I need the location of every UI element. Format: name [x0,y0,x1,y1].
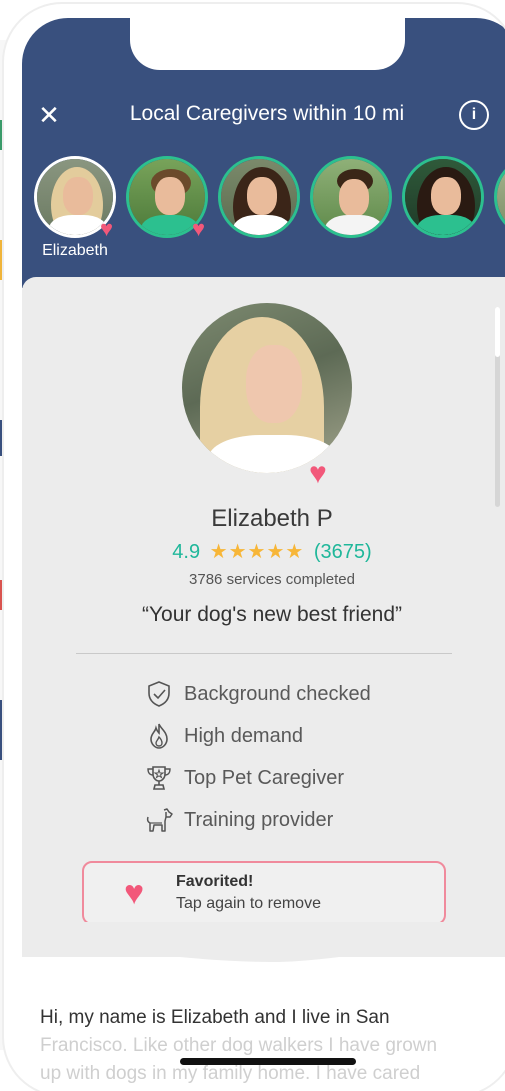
wave-divider [22,922,505,962]
badge-label: Training provider [184,808,334,831]
device-notch [130,18,405,70]
heart-icon: ♥ [100,216,114,241]
favorite-toggle-button[interactable]: ♥ Favorited! Tap again to remove [82,861,446,925]
badge-list: Background checked High demand Top Pet C… [144,673,444,841]
avatar-face [339,179,369,217]
trophy-icon [144,763,174,793]
badge-training-provider: Training provider [144,799,444,841]
profile-photo-face [246,345,302,423]
dog-icon [144,805,174,835]
avatar-shirt [233,215,291,235]
favorite-status-title: Favorited! [176,873,254,890]
avatar-shirt [325,215,383,235]
badge-label: Top Pet Caregiver [184,766,345,789]
badge-background-checked: Background checked [144,673,444,715]
rating-value: 4.9 [172,541,201,563]
app-screen: ✕ Local Caregivers within 10 mi i ♥ Eliz… [22,18,505,1091]
phone-frame: ✕ Local Caregivers within 10 mi i ♥ Eliz… [4,4,505,1091]
heart-icon: ♥ [192,216,206,241]
star-rating-icon: ★★★★★ [209,541,305,563]
divider [76,653,452,654]
page-title: Local Caregivers within 10 mi [129,102,405,125]
avatar-shirt [417,215,475,235]
profile-card: ♥ Elizabeth P 4.9 ★★★★★ (3675) 3786 serv… [22,277,505,957]
favorite-status-subtitle: Tap again to remove [176,895,321,912]
bio-text: Hi, my name is Elizabeth and I live in S… [40,1004,500,1088]
avatar-name-label: Elizabeth [42,242,108,259]
heart-icon: ♥ [309,457,327,490]
avatar-photo [497,159,505,235]
caregiver-avatar[interactable] [494,156,505,238]
flame-icon [144,721,174,751]
scroll-thumb[interactable] [495,307,500,357]
profile-photo [182,303,352,473]
tagline: “Your dog's new best friend” [141,603,403,626]
caregiver-name: Elizabeth P [211,505,333,532]
bio-line: Hi, my name is Elizabeth and I live in S… [40,1007,390,1028]
avatar-shirt [141,215,199,235]
avatar-face [247,177,277,215]
avatar-shirt [49,215,107,235]
badge-top-pet-caregiver: Top Pet Caregiver [144,757,444,799]
badge-label: Background checked [184,682,371,705]
avatar-face [63,177,93,215]
badge-label: High demand [184,724,303,747]
caregiver-avatar[interactable] [310,156,392,238]
home-indicator[interactable] [180,1058,356,1065]
close-icon[interactable]: ✕ [36,102,62,128]
services-completed: 3786 services completed [189,571,355,588]
caregiver-carousel[interactable]: ♥ Elizabeth ♥ [32,156,505,266]
bio-line: Francisco. Like other dog walkers I have… [40,1035,438,1056]
review-count: (3675) [313,541,372,563]
avatar-face [155,177,185,215]
info-icon[interactable]: i [459,100,489,130]
caregiver-avatar[interactable] [218,156,300,238]
heart-icon: ♥ [124,874,145,912]
badge-high-demand: High demand [144,715,444,757]
rating-row: 4.9 ★★★★★ (3675) [22,539,505,564]
shield-check-icon [144,679,174,709]
header: ✕ Local Caregivers within 10 mi i ♥ Eliz… [22,18,505,288]
caregiver-avatar[interactable] [402,156,484,238]
avatar-face [431,177,461,215]
scrollbar[interactable] [495,307,500,507]
